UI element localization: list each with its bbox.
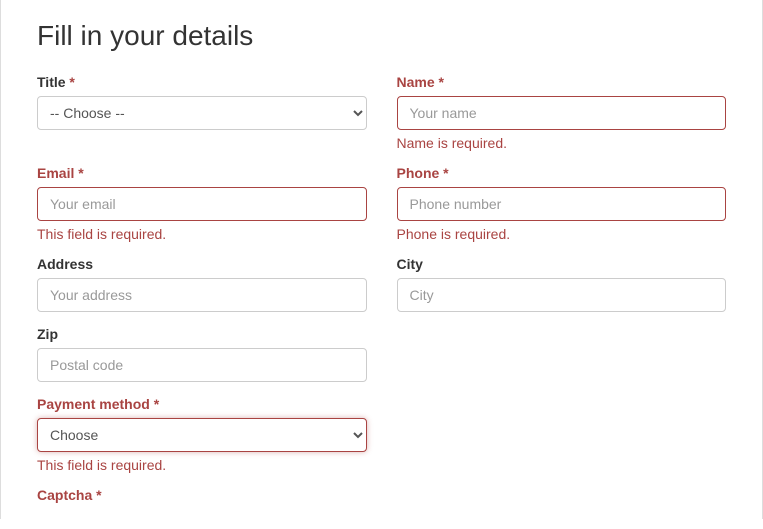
email-label: Email *	[37, 165, 367, 181]
zip-label-text: Zip	[37, 326, 58, 342]
required-marker: *	[439, 74, 444, 90]
phone-error: Phone is required.	[397, 226, 727, 242]
city-input[interactable]	[397, 278, 727, 312]
field-group-phone: Phone * Phone is required.	[397, 165, 727, 242]
captcha-label-text: Captcha	[37, 487, 92, 503]
page-title: Fill in your details	[37, 20, 726, 52]
payment-error: This field is required.	[37, 457, 367, 473]
email-label-text: Email	[37, 165, 74, 181]
row-title-name: Title * -- Choose -- Name * Name is requ…	[37, 74, 726, 151]
row-email-phone: Email * This field is required. Phone * …	[37, 165, 726, 242]
captcha-label: Captcha *	[37, 487, 367, 503]
title-select[interactable]: -- Choose --	[37, 96, 367, 130]
required-marker: *	[69, 74, 74, 90]
address-label-text: Address	[37, 256, 93, 272]
field-group-title: Title * -- Choose --	[37, 74, 367, 151]
email-error: This field is required.	[37, 226, 367, 242]
address-label: Address	[37, 256, 367, 272]
title-label: Title *	[37, 74, 367, 90]
address-input[interactable]	[37, 278, 367, 312]
field-group-name: Name * Name is required.	[397, 74, 727, 151]
row-captcha: Captcha *	[37, 487, 726, 509]
field-group-city: City	[397, 256, 727, 312]
field-group-payment: Payment method * Choose This field is re…	[37, 396, 367, 473]
payment-select[interactable]: Choose	[37, 418, 367, 452]
name-label-text: Name	[397, 74, 435, 90]
required-marker: *	[443, 165, 448, 181]
name-label: Name *	[397, 74, 727, 90]
details-form: Fill in your details Title * -- Choose -…	[0, 0, 763, 519]
required-marker: *	[78, 165, 83, 181]
required-marker: *	[154, 396, 159, 412]
city-label-text: City	[397, 256, 423, 272]
payment-label: Payment method *	[37, 396, 367, 412]
zip-input[interactable]	[37, 348, 367, 382]
zip-label: Zip	[37, 326, 367, 342]
required-marker: *	[96, 487, 101, 503]
field-group-email: Email * This field is required.	[37, 165, 367, 242]
city-label: City	[397, 256, 727, 272]
row-payment: Payment method * Choose This field is re…	[37, 396, 726, 473]
row-zip: Zip	[37, 326, 726, 382]
field-group-zip: Zip	[37, 326, 367, 382]
phone-label-text: Phone	[397, 165, 440, 181]
name-input[interactable]	[397, 96, 727, 130]
phone-input[interactable]	[397, 187, 727, 221]
payment-label-text: Payment method	[37, 396, 150, 412]
field-group-address: Address	[37, 256, 367, 312]
email-input[interactable]	[37, 187, 367, 221]
field-group-captcha: Captcha *	[37, 487, 367, 509]
phone-label: Phone *	[397, 165, 727, 181]
title-label-text: Title	[37, 74, 66, 90]
name-error: Name is required.	[397, 135, 727, 151]
row-address-city: Address City	[37, 256, 726, 312]
